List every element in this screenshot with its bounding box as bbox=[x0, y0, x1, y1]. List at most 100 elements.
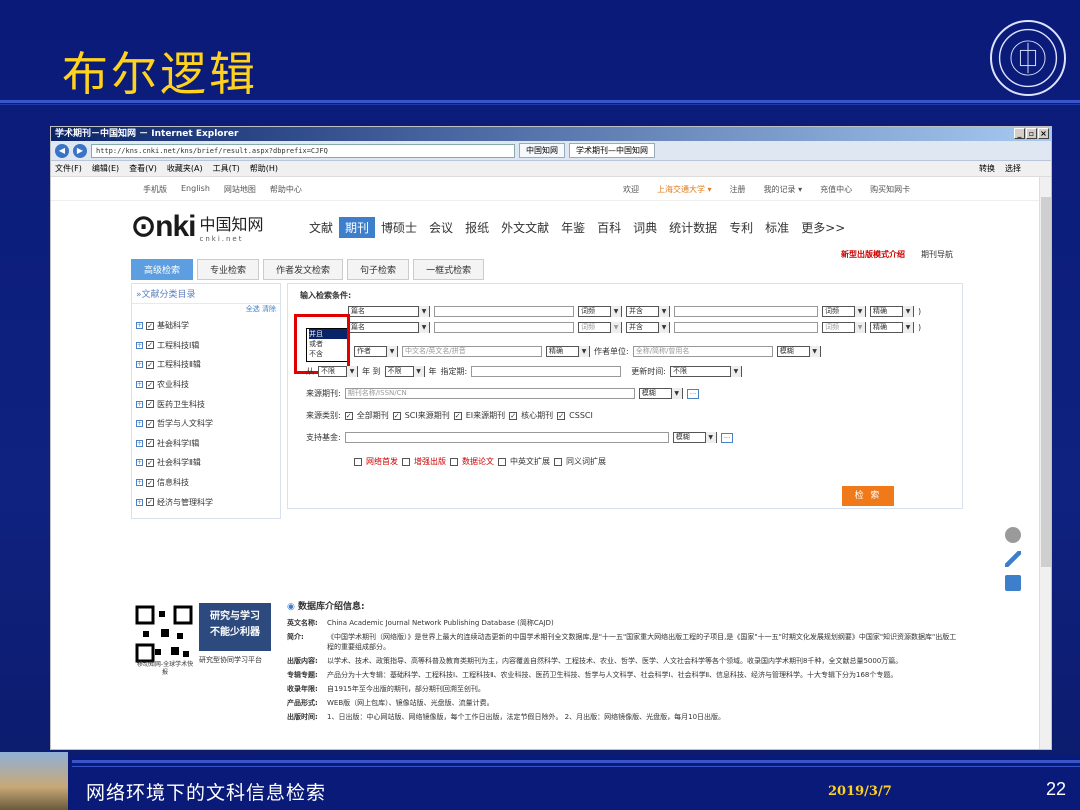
expand-icon[interactable]: + bbox=[136, 322, 143, 330]
promo-banner[interactable]: 研究与学习 不能少利器 bbox=[199, 603, 271, 651]
tab-statistics[interactable]: 统计数据 bbox=[663, 217, 723, 238]
menu-tools[interactable]: 工具(T) bbox=[213, 163, 240, 174]
checkbox[interactable] bbox=[554, 457, 562, 466]
category-item[interactable]: + ✓ 工程科技Ⅱ辑 bbox=[132, 355, 280, 375]
tab-author-search[interactable]: 作者发文检索 bbox=[263, 259, 344, 280]
checkbox-checked[interactable]: ✓ bbox=[146, 380, 154, 389]
checkbox[interactable] bbox=[402, 457, 410, 466]
precise-select-2[interactable]: 精确 bbox=[870, 322, 914, 333]
freq-select-2b[interactable]: 词频 bbox=[822, 322, 866, 333]
my-records-link[interactable]: 我的记录 ▾ bbox=[764, 184, 803, 195]
checkbox-checked[interactable]: ✓ bbox=[453, 411, 462, 420]
category-item[interactable]: + ✓ 农业科技 bbox=[132, 375, 280, 395]
select-all-clear[interactable]: 全选 清除 bbox=[132, 304, 280, 316]
tab-journal[interactable]: 期刊 bbox=[339, 217, 376, 238]
keyword-input-1[interactable] bbox=[434, 306, 574, 317]
institution-link[interactable]: 上海交通大学 ▾ bbox=[657, 184, 712, 195]
checkbox-checked[interactable]: ✓ bbox=[146, 478, 154, 487]
tab-sentence-search[interactable]: 句子检索 bbox=[347, 259, 410, 280]
checkbox-checked[interactable]: ✓ bbox=[509, 411, 518, 420]
tab-thesis[interactable]: 博硕士 bbox=[375, 217, 423, 238]
new-mode-link[interactable]: 新型出版模式介绍 bbox=[841, 249, 905, 260]
checkbox-checked[interactable]: ✓ bbox=[557, 411, 566, 420]
checkbox[interactable] bbox=[498, 457, 506, 466]
search-button[interactable]: 检 索 bbox=[842, 486, 894, 506]
journal-nav-link[interactable]: 期刊导航 bbox=[921, 249, 953, 260]
expand-icon[interactable]: + bbox=[136, 439, 143, 447]
keyword-input-1b[interactable] bbox=[674, 306, 818, 317]
menu-file[interactable]: 文件(F) bbox=[55, 163, 82, 174]
expand-icon[interactable]: + bbox=[136, 459, 143, 467]
source-input[interactable]: 期刊名称/ISSN/CN bbox=[344, 388, 635, 399]
checkbox[interactable] bbox=[354, 457, 362, 466]
checkbox-checked[interactable]: ✓ bbox=[146, 439, 154, 448]
cnki-logo[interactable]: ⊙nki 中国知网 cnki.net bbox=[131, 209, 264, 244]
tab-professional-search[interactable]: 专业检索 bbox=[197, 259, 260, 280]
checkbox-checked[interactable]: ✓ bbox=[392, 411, 401, 420]
chat-icon[interactable] bbox=[1005, 527, 1021, 543]
url-field[interactable]: http://kns.cnki.net/kns/brief/result.asp… bbox=[91, 143, 515, 158]
category-item[interactable]: + ✓ 社会科学Ⅰ辑 bbox=[132, 434, 280, 454]
keyword-input-2b[interactable] bbox=[674, 322, 818, 333]
fund-input[interactable] bbox=[344, 432, 669, 443]
expand-icon[interactable]: + bbox=[136, 420, 143, 428]
expand-icon[interactable]: + bbox=[136, 479, 143, 487]
link-english[interactable]: English bbox=[181, 184, 210, 195]
tab-yearbook[interactable]: 年鉴 bbox=[555, 217, 591, 238]
expand-icon[interactable]: + bbox=[136, 341, 143, 349]
freq-select-2[interactable]: 词频 bbox=[578, 322, 622, 333]
menu-favorites[interactable]: 收藏夹(A) bbox=[167, 163, 203, 174]
tab-newspaper[interactable]: 报纸 bbox=[459, 217, 495, 238]
tab-encyclopedia[interactable]: 百科 bbox=[591, 217, 627, 238]
checkbox-checked[interactable]: ✓ bbox=[146, 498, 154, 507]
category-item[interactable]: + ✓ 基础科学 bbox=[132, 316, 280, 336]
checkbox-checked[interactable]: ✓ bbox=[146, 321, 154, 330]
tab-patent[interactable]: 专利 bbox=[723, 217, 759, 238]
link-help[interactable]: 帮助中心 bbox=[270, 184, 302, 195]
fund-fuzzy-select[interactable]: 模糊 bbox=[672, 432, 717, 443]
tab-foreign[interactable]: 外文文献 bbox=[495, 217, 555, 238]
checkbox[interactable] bbox=[450, 457, 458, 466]
restore-icon[interactable]: ▫ bbox=[1026, 128, 1037, 139]
register-link[interactable]: 注册 bbox=[730, 184, 746, 195]
back-icon[interactable]: ◀ bbox=[55, 143, 69, 158]
tab-standard[interactable]: 标准 bbox=[759, 217, 795, 238]
category-item[interactable]: + ✓ 信息科技 bbox=[132, 473, 280, 493]
more-icon[interactable]: ··· bbox=[720, 432, 734, 443]
year-to-select[interactable]: 不限 bbox=[384, 366, 425, 377]
author-select[interactable]: 作者 bbox=[354, 346, 398, 357]
buy-card-link[interactable]: 购买知网卡 bbox=[870, 184, 910, 195]
expand-icon[interactable]: + bbox=[136, 400, 143, 408]
category-item[interactable]: + ✓ 哲学与人文科学 bbox=[132, 414, 280, 434]
forward-icon[interactable]: ▶ bbox=[73, 143, 87, 158]
update-select[interactable]: 不限 bbox=[669, 366, 742, 377]
document-icon[interactable] bbox=[1005, 575, 1021, 591]
category-item[interactable]: + ✓ 医药卫生科技 bbox=[132, 394, 280, 414]
year-from-select[interactable]: 不限 bbox=[318, 366, 358, 377]
scrollbar-thumb[interactable] bbox=[1041, 197, 1051, 567]
checkbox-checked[interactable]: ✓ bbox=[344, 411, 353, 420]
date-input[interactable] bbox=[471, 366, 622, 377]
minimize-icon[interactable]: _ bbox=[1014, 128, 1025, 139]
select-button[interactable]: 选择 bbox=[1005, 163, 1021, 174]
unit-fuzzy-select[interactable]: 模糊 bbox=[776, 346, 821, 357]
more-icon[interactable]: ··· bbox=[686, 388, 700, 399]
tab-literature[interactable]: 文献 bbox=[303, 217, 339, 238]
tab-advanced-search[interactable]: 高级检索 bbox=[131, 259, 194, 280]
precise-select-1[interactable]: 精确 bbox=[870, 306, 914, 317]
and-select-2[interactable]: 并含 bbox=[626, 322, 670, 333]
tab-dictionary[interactable]: 词典 bbox=[627, 217, 663, 238]
source-fuzzy-select[interactable]: 模糊 bbox=[638, 388, 683, 399]
freq-select-1b[interactable]: 词频 bbox=[822, 306, 866, 317]
category-item[interactable]: + ✓ 社会科学Ⅱ辑 bbox=[132, 453, 280, 473]
field-select-1[interactable]: 篇名 bbox=[348, 306, 430, 317]
tab-conference[interactable]: 会议 bbox=[423, 217, 459, 238]
category-item[interactable]: + ✓ 工程科技Ⅰ辑 bbox=[132, 336, 280, 356]
field-select-2[interactable]: 篇名 bbox=[348, 322, 430, 333]
category-item[interactable]: + ✓ 经济与管理科学 bbox=[132, 492, 280, 512]
link-mobile[interactable]: 手机版 bbox=[143, 184, 167, 195]
scrollbar[interactable] bbox=[1039, 177, 1051, 749]
keyword-input-2[interactable] bbox=[434, 322, 574, 333]
expand-icon[interactable]: + bbox=[136, 381, 143, 389]
recharge-link[interactable]: 充值中心 bbox=[820, 184, 852, 195]
